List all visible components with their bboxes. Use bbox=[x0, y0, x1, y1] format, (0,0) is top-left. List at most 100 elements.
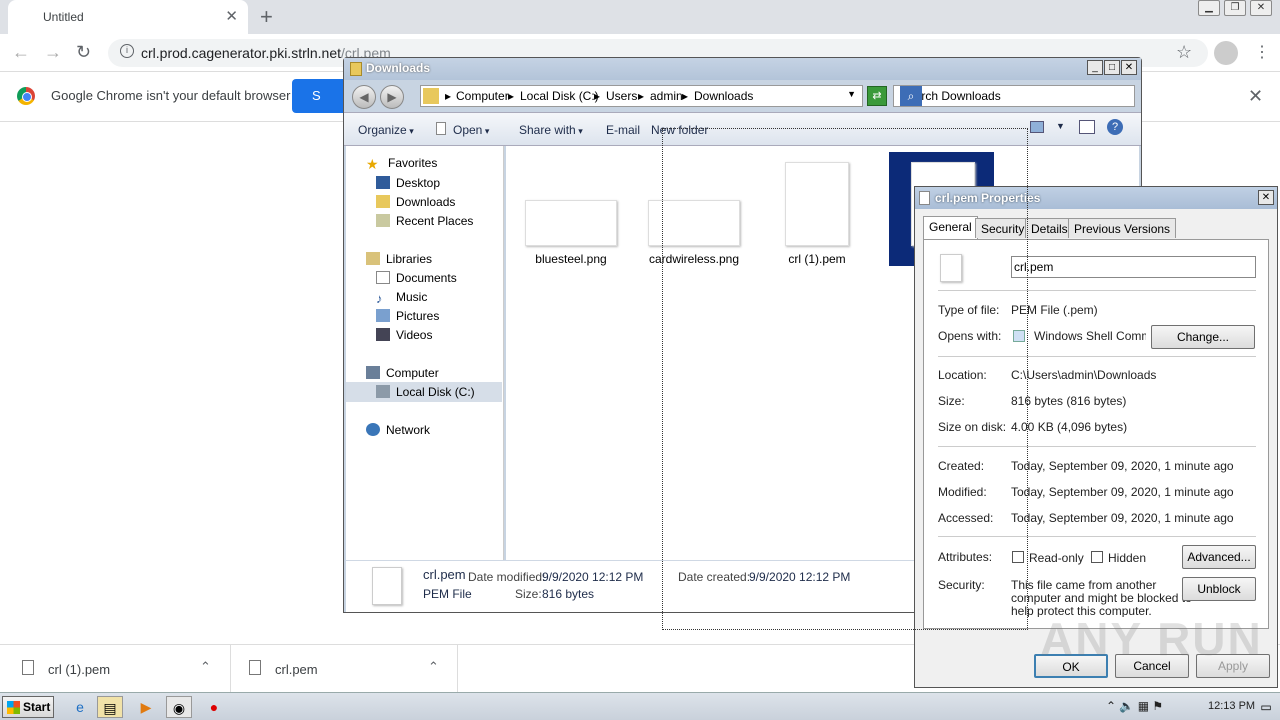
nav-videos-label: Videos bbox=[396, 328, 433, 342]
download-item[interactable]: crl.pem ⌃ bbox=[231, 645, 458, 693]
nav-network[interactable]: Network bbox=[366, 423, 430, 437]
tab-details[interactable]: Details bbox=[1025, 218, 1074, 238]
share-with-button[interactable]: Share with bbox=[519, 123, 583, 137]
hidden-label: Hidden bbox=[1108, 551, 1147, 565]
minimize-icon[interactable]: _ bbox=[1087, 60, 1103, 75]
chrome-logo-icon bbox=[17, 87, 35, 105]
nav-music-label: Music bbox=[396, 290, 428, 304]
url-host: crl.prod.cagenerator.pki.strln.net bbox=[141, 45, 341, 61]
restore-icon[interactable]: ❐ bbox=[1224, 0, 1246, 16]
selection-marquee bbox=[662, 128, 1028, 630]
breadcrumb-downloads[interactable]: Downloads bbox=[694, 89, 753, 103]
network-tray-icon[interactable]: ▦ bbox=[1138, 699, 1149, 713]
show-hidden-icons[interactable]: ⌃ bbox=[1106, 699, 1116, 713]
advanced-button[interactable]: Advanced... bbox=[1182, 545, 1256, 569]
nav-libraries-label: Libraries bbox=[386, 252, 433, 266]
search-input[interactable]: Search Downloads ⌕ bbox=[893, 85, 1135, 107]
close-tab-icon[interactable]: ✕ bbox=[225, 7, 238, 25]
menu-kebab-icon[interactable]: ⋮ bbox=[1254, 42, 1270, 62]
profile-avatar[interactable] bbox=[1214, 41, 1238, 65]
refresh-icon[interactable]: ⇄ bbox=[867, 86, 887, 106]
organize-button[interactable]: Organize bbox=[358, 123, 414, 137]
breadcrumb-localdisk[interactable]: Local Disk (C:) bbox=[520, 89, 599, 103]
crumb-sep-icon: ▸ bbox=[594, 89, 601, 103]
folder-icon bbox=[350, 62, 362, 76]
nav-computer[interactable]: Computer bbox=[366, 366, 439, 380]
search-icon[interactable]: ⌕ bbox=[900, 86, 922, 106]
breadcrumb-computer[interactable]: Computer bbox=[456, 89, 509, 103]
explorer-titlebar[interactable]: Downloads _ □ ✕ bbox=[344, 58, 1141, 80]
bookmark-star-icon[interactable]: ☆ bbox=[1176, 42, 1192, 63]
date-modified-value: 9/9/2020 12:12 PM bbox=[542, 570, 644, 584]
close-window-icon[interactable]: ✕ bbox=[1250, 0, 1272, 16]
nav-downloads[interactable]: Downloads bbox=[376, 195, 455, 209]
breadcrumb-admin[interactable]: admin bbox=[650, 89, 683, 103]
info-icon[interactable]: i bbox=[120, 44, 134, 58]
file-item[interactable]: bluesteel.png bbox=[516, 200, 626, 266]
start-button[interactable]: Start bbox=[2, 696, 54, 718]
tab-previous-versions[interactable]: Previous Versions bbox=[1068, 218, 1177, 238]
help-icon[interactable]: ? bbox=[1107, 119, 1123, 135]
nav-pictures[interactable]: Pictures bbox=[376, 309, 439, 323]
chevron-down-icon[interactable]: ▼ bbox=[1056, 121, 1065, 131]
tab-strip: Untitled ✕ + ▁ ❐ ✕ bbox=[0, 0, 1280, 34]
chevron-down-icon[interactable]: ▼ bbox=[847, 89, 856, 99]
size-value: 816 bytes (816 bytes) bbox=[1011, 394, 1127, 408]
new-tab-icon[interactable]: + bbox=[260, 4, 273, 30]
explorer-address-bar[interactable]: ▸ Computer ▸ Local Disk (C:) ▸ Users ▸ a… bbox=[420, 85, 863, 107]
nav-libraries[interactable]: Libraries bbox=[366, 252, 432, 266]
crumb-sep-icon: ▸ bbox=[682, 89, 689, 103]
nav-documents[interactable]: Documents bbox=[376, 271, 457, 285]
ie-icon[interactable]: e bbox=[67, 696, 93, 718]
preview-pane-icon[interactable] bbox=[1079, 120, 1095, 134]
download-item[interactable]: crl (1).pem ⌃ bbox=[0, 645, 231, 693]
nav-favorites[interactable]: ★ Favorites bbox=[366, 156, 438, 172]
show-desktop-icon[interactable]: ▭ bbox=[1256, 696, 1276, 718]
back-icon[interactable]: ← bbox=[12, 42, 30, 63]
browser-tab[interactable]: Untitled ✕ bbox=[8, 0, 248, 34]
chevron-up-icon[interactable]: ⌃ bbox=[200, 659, 211, 675]
hidden-checkbox[interactable] bbox=[1091, 551, 1103, 563]
nav-desktop[interactable]: Desktop bbox=[376, 176, 440, 190]
file-icon bbox=[249, 660, 261, 675]
star-icon: ★ bbox=[366, 156, 379, 172]
opera-icon[interactable]: ● bbox=[201, 696, 227, 718]
chrome-taskbar-icon[interactable]: ◉ bbox=[166, 696, 192, 718]
details-type: PEM File bbox=[423, 587, 472, 601]
breadcrumb-users[interactable]: Users bbox=[606, 89, 637, 103]
file-icon bbox=[436, 122, 446, 135]
nav-recent[interactable]: Recent Places bbox=[376, 214, 473, 228]
explorer-taskbar-icon[interactable]: ▤ bbox=[97, 696, 123, 718]
infobar-close-icon[interactable]: ✕ bbox=[1248, 86, 1263, 107]
nav-localdisk-label: Local Disk (C:) bbox=[396, 385, 475, 399]
volume-icon[interactable]: 🔈 bbox=[1119, 699, 1134, 713]
forward-icon[interactable]: → bbox=[44, 42, 62, 63]
nav-documents-label: Documents bbox=[396, 271, 457, 285]
change-button[interactable]: Change... bbox=[1151, 325, 1255, 349]
unblock-button[interactable]: Unblock bbox=[1182, 577, 1256, 601]
nav-favorites-label: Favorites bbox=[388, 156, 438, 170]
nav-music[interactable]: ♪ Music bbox=[376, 290, 428, 306]
tab-title: Untitled bbox=[43, 10, 84, 24]
nav-videos[interactable]: Videos bbox=[376, 328, 432, 342]
maximize-icon[interactable]: □ bbox=[1104, 60, 1120, 75]
modified-value: Today, September 09, 2020, 1 minute ago bbox=[1011, 485, 1234, 499]
close-icon[interactable]: ✕ bbox=[1121, 60, 1137, 75]
media-player-icon[interactable]: ▶ bbox=[133, 696, 159, 718]
size-label: Size: bbox=[515, 587, 542, 601]
readonly-label: Read-only bbox=[1029, 551, 1084, 565]
filename-input[interactable]: crl.pem bbox=[1011, 256, 1256, 278]
flag-icon[interactable]: ⚑ bbox=[1152, 699, 1163, 713]
reload-icon[interactable]: ↻ bbox=[76, 42, 91, 63]
chevron-up-icon[interactable]: ⌃ bbox=[428, 659, 439, 675]
minimize-icon[interactable]: ▁ bbox=[1198, 0, 1220, 16]
pictures-icon bbox=[376, 309, 390, 322]
email-button[interactable]: E-mail bbox=[606, 123, 640, 137]
forward-icon[interactable]: ▶ bbox=[380, 85, 404, 109]
network-icon bbox=[366, 423, 380, 436]
views-icon[interactable] bbox=[1030, 121, 1044, 133]
nav-localdisk[interactable]: Local Disk (C:) bbox=[376, 385, 475, 399]
close-icon[interactable]: ✕ bbox=[1258, 190, 1274, 205]
open-button[interactable]: Open bbox=[453, 123, 489, 137]
back-icon[interactable]: ◀ bbox=[352, 85, 376, 109]
